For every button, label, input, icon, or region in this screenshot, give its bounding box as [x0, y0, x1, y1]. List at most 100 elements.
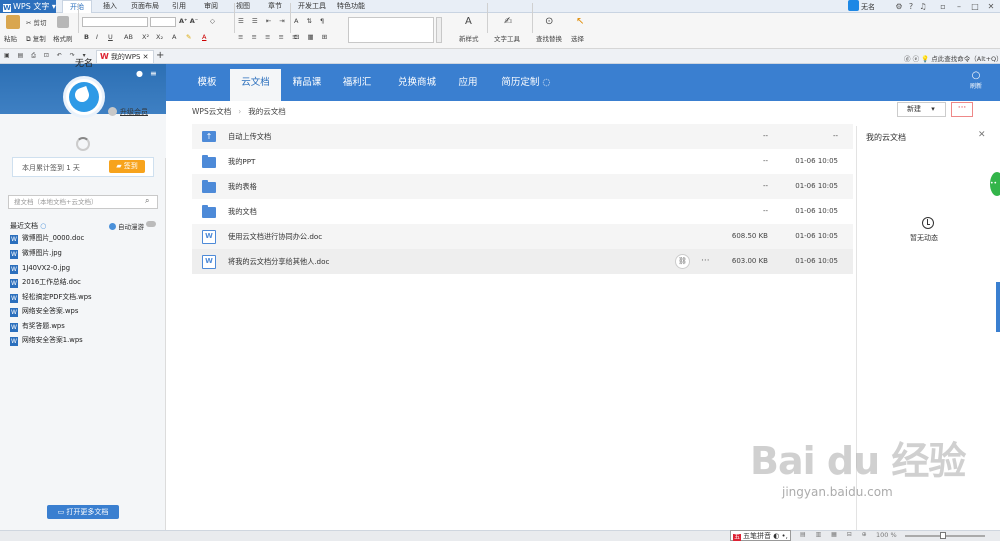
nav-tab-exchange-mall[interactable]: 兑换商城	[388, 64, 446, 101]
nav-tab-apps[interactable]: 应用	[450, 64, 486, 101]
recent-doc-item[interactable]: W 1J40VX2-0.jpg	[10, 261, 70, 275]
recent-doc-item[interactable]: W 轻松搞定PDF文档.wps	[10, 290, 92, 304]
nav-tab-benefits[interactable]: 福利汇	[334, 64, 380, 101]
paste-label[interactable]: 粘贴	[4, 33, 17, 43]
top-user[interactable]: 无名	[848, 0, 875, 13]
superscript-button[interactable]: X²	[142, 33, 149, 41]
format-painter-icon[interactable]	[57, 16, 69, 28]
copy-button[interactable]: ⧉ 复制	[26, 33, 46, 44]
skin-icon[interactable]: ⚙	[894, 1, 904, 12]
profile-header-lower	[0, 114, 166, 158]
close-icon[interactable]: ✕	[986, 1, 996, 12]
recent-doc-item[interactable]: W 微博图片.jpg	[10, 246, 62, 260]
nav-tab-templates[interactable]: 模板	[188, 64, 226, 101]
select-label[interactable]: 选择	[571, 33, 584, 43]
menu-tab-insert[interactable]: 插入	[96, 0, 124, 13]
style-gallery[interactable]	[348, 17, 434, 43]
open-more-docs-button[interactable]: ▭ 打开更多文档	[47, 505, 119, 519]
share-link-icon[interactable]: ⛓	[675, 254, 690, 269]
refresh-small-icon[interactable]: ○	[40, 222, 46, 230]
help-icon[interactable]: ?	[906, 1, 916, 12]
menu-tab-page-layout[interactable]: 页面布局	[124, 0, 166, 13]
bold-button[interactable]: B	[84, 33, 89, 41]
border-buttons[interactable]: ⊟ ▦ ⊞	[294, 33, 330, 41]
text-tools-label[interactable]: 文字工具	[494, 33, 520, 43]
chat-icon[interactable]: ●	[136, 69, 143, 78]
clear-format-button[interactable]: ◇	[210, 17, 215, 25]
menu-tab-developer[interactable]: 开发工具	[291, 0, 333, 13]
format-painter-label[interactable]: 格式刷	[53, 33, 73, 43]
app-menu-button[interactable]: W WPS 文字 ▾	[0, 0, 56, 13]
menu-tab-chapter[interactable]: 章节	[261, 0, 289, 13]
file-name[interactable]: 我的PPT	[228, 149, 255, 174]
checkin-button[interactable]: ▰ 签到	[109, 160, 145, 173]
file-name[interactable]: 我的表格	[228, 174, 257, 199]
nav-tab-cloud-docs[interactable]: 云文档	[230, 69, 281, 101]
highlight-button[interactable]: ✎	[186, 33, 191, 41]
strikethrough-button[interactable]: AB	[124, 33, 133, 41]
paste-icon[interactable]	[6, 15, 20, 29]
side-collapse-handle[interactable]	[996, 282, 1000, 332]
watermark-logo: Bai du 经验	[750, 439, 966, 483]
underline-button[interactable]: U	[108, 33, 113, 41]
text-effect-button[interactable]: A	[172, 33, 176, 41]
subscript-button[interactable]: X₂	[156, 33, 163, 41]
refresh-button[interactable]: ○ 刷新	[966, 70, 986, 90]
recent-doc-item[interactable]: W 有奖答题.wps	[10, 319, 65, 333]
nav-tab-resume[interactable]: 简历定制 ◌	[496, 64, 556, 101]
paragraph-buttons[interactable]: A ⇅ ¶	[294, 17, 327, 25]
floating-badge-icon[interactable]: ••	[990, 172, 1000, 196]
restore-icon[interactable]: ▫	[938, 1, 948, 12]
menu-tab-references[interactable]: 引用	[165, 0, 193, 13]
recent-doc-item[interactable]: W 微博图片_0000.doc	[10, 231, 84, 245]
search-icon[interactable]: ⌕	[145, 196, 149, 206]
maximize-icon[interactable]: □	[970, 1, 980, 12]
recent-doc-item[interactable]: W 网络安全答案.wps	[10, 304, 78, 318]
file-name[interactable]: 将我的云文档分享给其他人.doc	[228, 249, 329, 274]
menu-tab-home[interactable]: 开始	[62, 0, 92, 13]
minimize-icon[interactable]: –	[954, 1, 964, 12]
align-buttons[interactable]: ≡ ≡ ≡ ≡ ≡	[238, 33, 301, 41]
new-style-icon[interactable]: A	[465, 16, 472, 27]
find-replace-label[interactable]: 查找替换	[536, 33, 562, 43]
file-date: 01-06 10:05	[795, 157, 838, 165]
cut-button[interactable]: ✂ 剪切	[26, 17, 47, 27]
more-button[interactable]: ···	[951, 102, 973, 117]
recent-doc-item[interactable]: W 2016工作总结.doc	[10, 275, 81, 289]
nav-tab-courses[interactable]: 精品课	[284, 64, 330, 101]
upgrade-member-link[interactable]: 升级会员	[108, 107, 148, 117]
bell-icon[interactable]: ♫	[918, 1, 928, 12]
italic-button[interactable]: I	[96, 33, 98, 41]
doc-search-input[interactable]: 搜文档（本地文档+云文档）	[8, 195, 158, 209]
file-name[interactable]: 自动上传文档	[228, 124, 271, 149]
menu-tab-review[interactable]: 审阅	[197, 0, 225, 13]
grow-font-button[interactable]: A⁺ A⁻	[179, 17, 198, 25]
empty-activity-text: 暂无动态	[910, 234, 938, 242]
doc-file-icon: W	[10, 235, 18, 244]
ime-indicator[interactable]: 五五笔拼音 ◐ •,	[730, 530, 791, 541]
user-avatar[interactable]	[63, 76, 105, 118]
recent-doc-item[interactable]: W 网络安全答案1.wps	[10, 333, 83, 347]
new-tab-icon[interactable]: +	[156, 50, 164, 61]
file-name[interactable]: 使用云文档进行协同办公.doc	[228, 224, 322, 249]
style-gallery-scroll[interactable]	[436, 17, 442, 43]
command-search[interactable]: ⓓ ⓔ 💡 点此查找命令（Alt+Q）	[904, 53, 1000, 63]
font-name-select[interactable]	[82, 17, 148, 27]
new-style-label[interactable]: 新样式	[459, 33, 479, 43]
menu-tab-special[interactable]: 特色功能	[330, 0, 372, 13]
font-color-button[interactable]: A	[202, 33, 206, 41]
find-replace-icon[interactable]: ⊙	[545, 16, 553, 27]
file-name[interactable]: 我的文档	[228, 199, 257, 224]
zoom-slider-handle[interactable]	[940, 532, 946, 539]
close-icon[interactable]: ✕	[978, 130, 986, 140]
select-icon[interactable]: ↖	[576, 16, 584, 27]
auto-roam-toggle[interactable]	[146, 221, 156, 227]
clock-icon	[922, 217, 934, 229]
list-buttons[interactable]: ☰ ☰ ⇤ ⇥	[238, 17, 288, 25]
new-button[interactable]: 新建 ▾	[897, 102, 946, 117]
settings-icon[interactable]: ≡	[150, 69, 157, 78]
text-tools-icon[interactable]: ✍	[504, 16, 512, 27]
breadcrumb-root[interactable]: WPS云文档	[192, 107, 231, 116]
view-mode-icons[interactable]: ▤ ▥ ▦ ⊟ ⊕	[800, 531, 871, 538]
font-size-select[interactable]	[150, 17, 176, 27]
